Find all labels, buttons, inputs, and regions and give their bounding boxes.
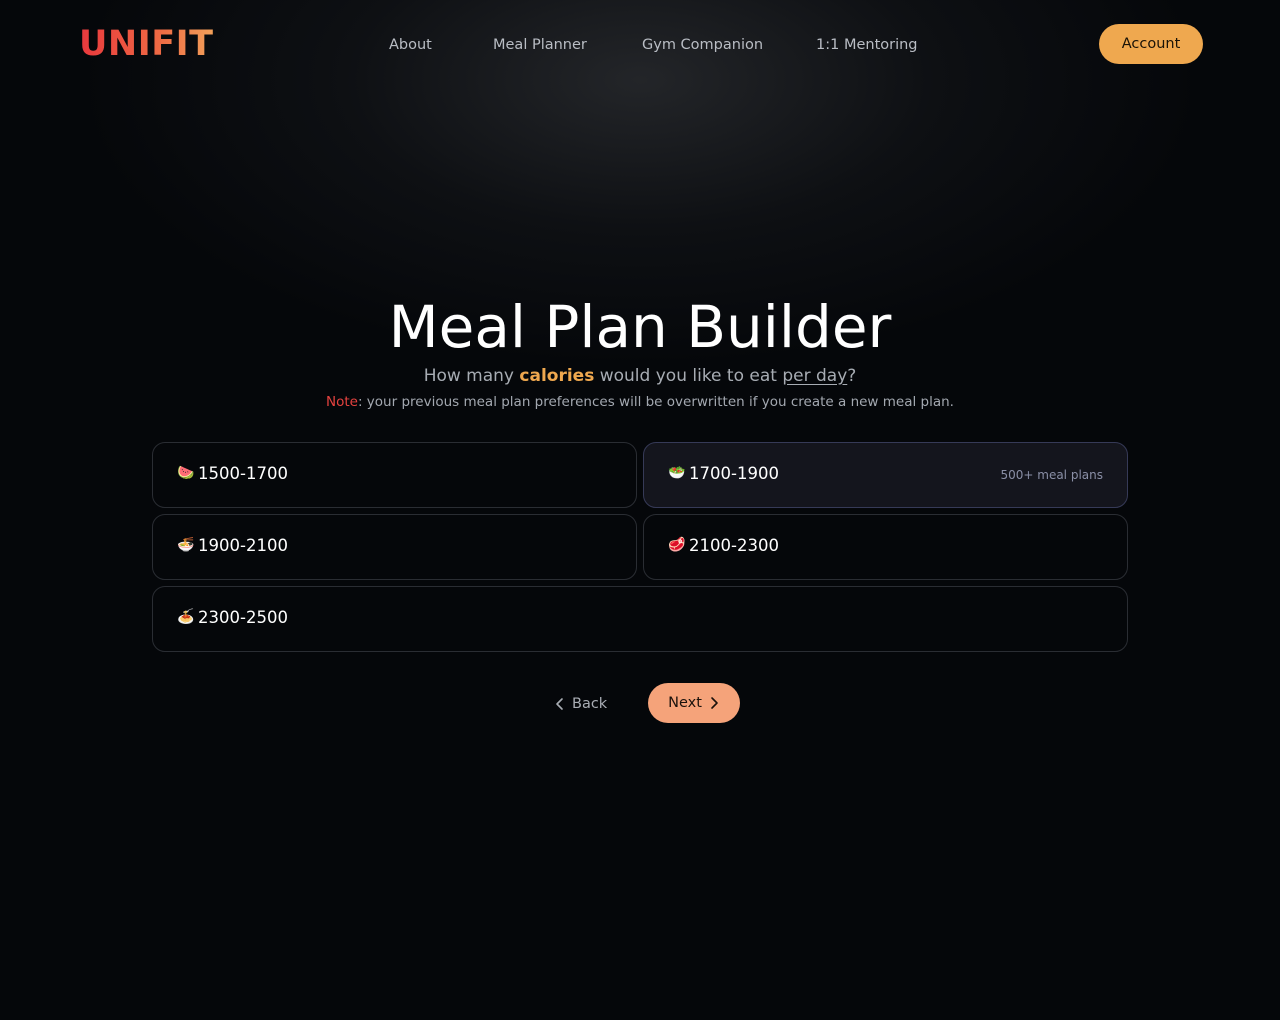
nav-meal-planner-link[interactable]: Meal Planner <box>493 34 587 56</box>
option-range-label: 2100-2300 <box>689 536 779 555</box>
option-2100-2300[interactable]: 🥩 2100-2300 <box>643 514 1128 580</box>
question-text-start: How many <box>423 366 520 386</box>
nav-about-link[interactable]: About <box>389 34 432 56</box>
option-1700-1900[interactable]: 🥗 1700-1900 500+ meal plans <box>643 442 1128 508</box>
option-range-label: 1900-2100 <box>198 536 288 555</box>
salad-icon: 🥗 <box>668 465 686 481</box>
noodle-bowl-icon: 🍜 <box>177 537 195 553</box>
note-text: : your previous meal plan preferences wi… <box>357 394 954 410</box>
option-range-label: 2300-2500 <box>198 608 288 627</box>
option-range-label: 1500-1700 <box>198 464 288 483</box>
nav-mentoring-link[interactable]: 1:1 Mentoring <box>816 34 918 56</box>
nav-gym-companion-link[interactable]: Gym Companion <box>642 34 763 56</box>
chevron-right-icon <box>711 697 718 709</box>
next-button[interactable]: Next <box>648 683 740 723</box>
pasta-icon: 🍝 <box>177 609 195 625</box>
question-text-middle: would you like to eat <box>594 366 783 386</box>
option-2300-2500[interactable]: 🍝 2300-2500 <box>152 586 1128 652</box>
calories-highlight: calories <box>519 366 595 386</box>
top-navbar: UNIFIT About Meal Planner Gym Companion … <box>0 0 1280 88</box>
steak-icon: 🥩 <box>668 537 686 553</box>
meal-plan-count-badge: 500+ meal plans <box>1000 468 1103 482</box>
page-title: Meal Plan Builder <box>388 293 892 361</box>
option-range-label: 1700-1900 <box>689 464 779 483</box>
back-button-label: Back <box>572 696 608 712</box>
account-button[interactable]: Account <box>1099 24 1203 64</box>
per-day-underlined: per day <box>782 366 848 386</box>
chevron-left-icon <box>556 698 563 710</box>
watermelon-icon: 🍉 <box>177 465 195 481</box>
calorie-question: How many calories would you like to eat … <box>0 363 1280 389</box>
note-label: Note <box>326 394 358 410</box>
option-1900-2100[interactable]: 🍜 1900-2100 <box>152 514 637 580</box>
option-1500-1700[interactable]: 🍉 1500-1700 <box>152 442 637 508</box>
main-nav: About Meal Planner Gym Companion 1:1 Men… <box>0 34 1280 56</box>
back-button[interactable]: Back <box>554 692 614 716</box>
next-button-label: Next <box>668 695 702 711</box>
overwrite-note: Note: your previous meal plan preference… <box>0 392 1280 412</box>
question-mark: ? <box>847 366 857 386</box>
